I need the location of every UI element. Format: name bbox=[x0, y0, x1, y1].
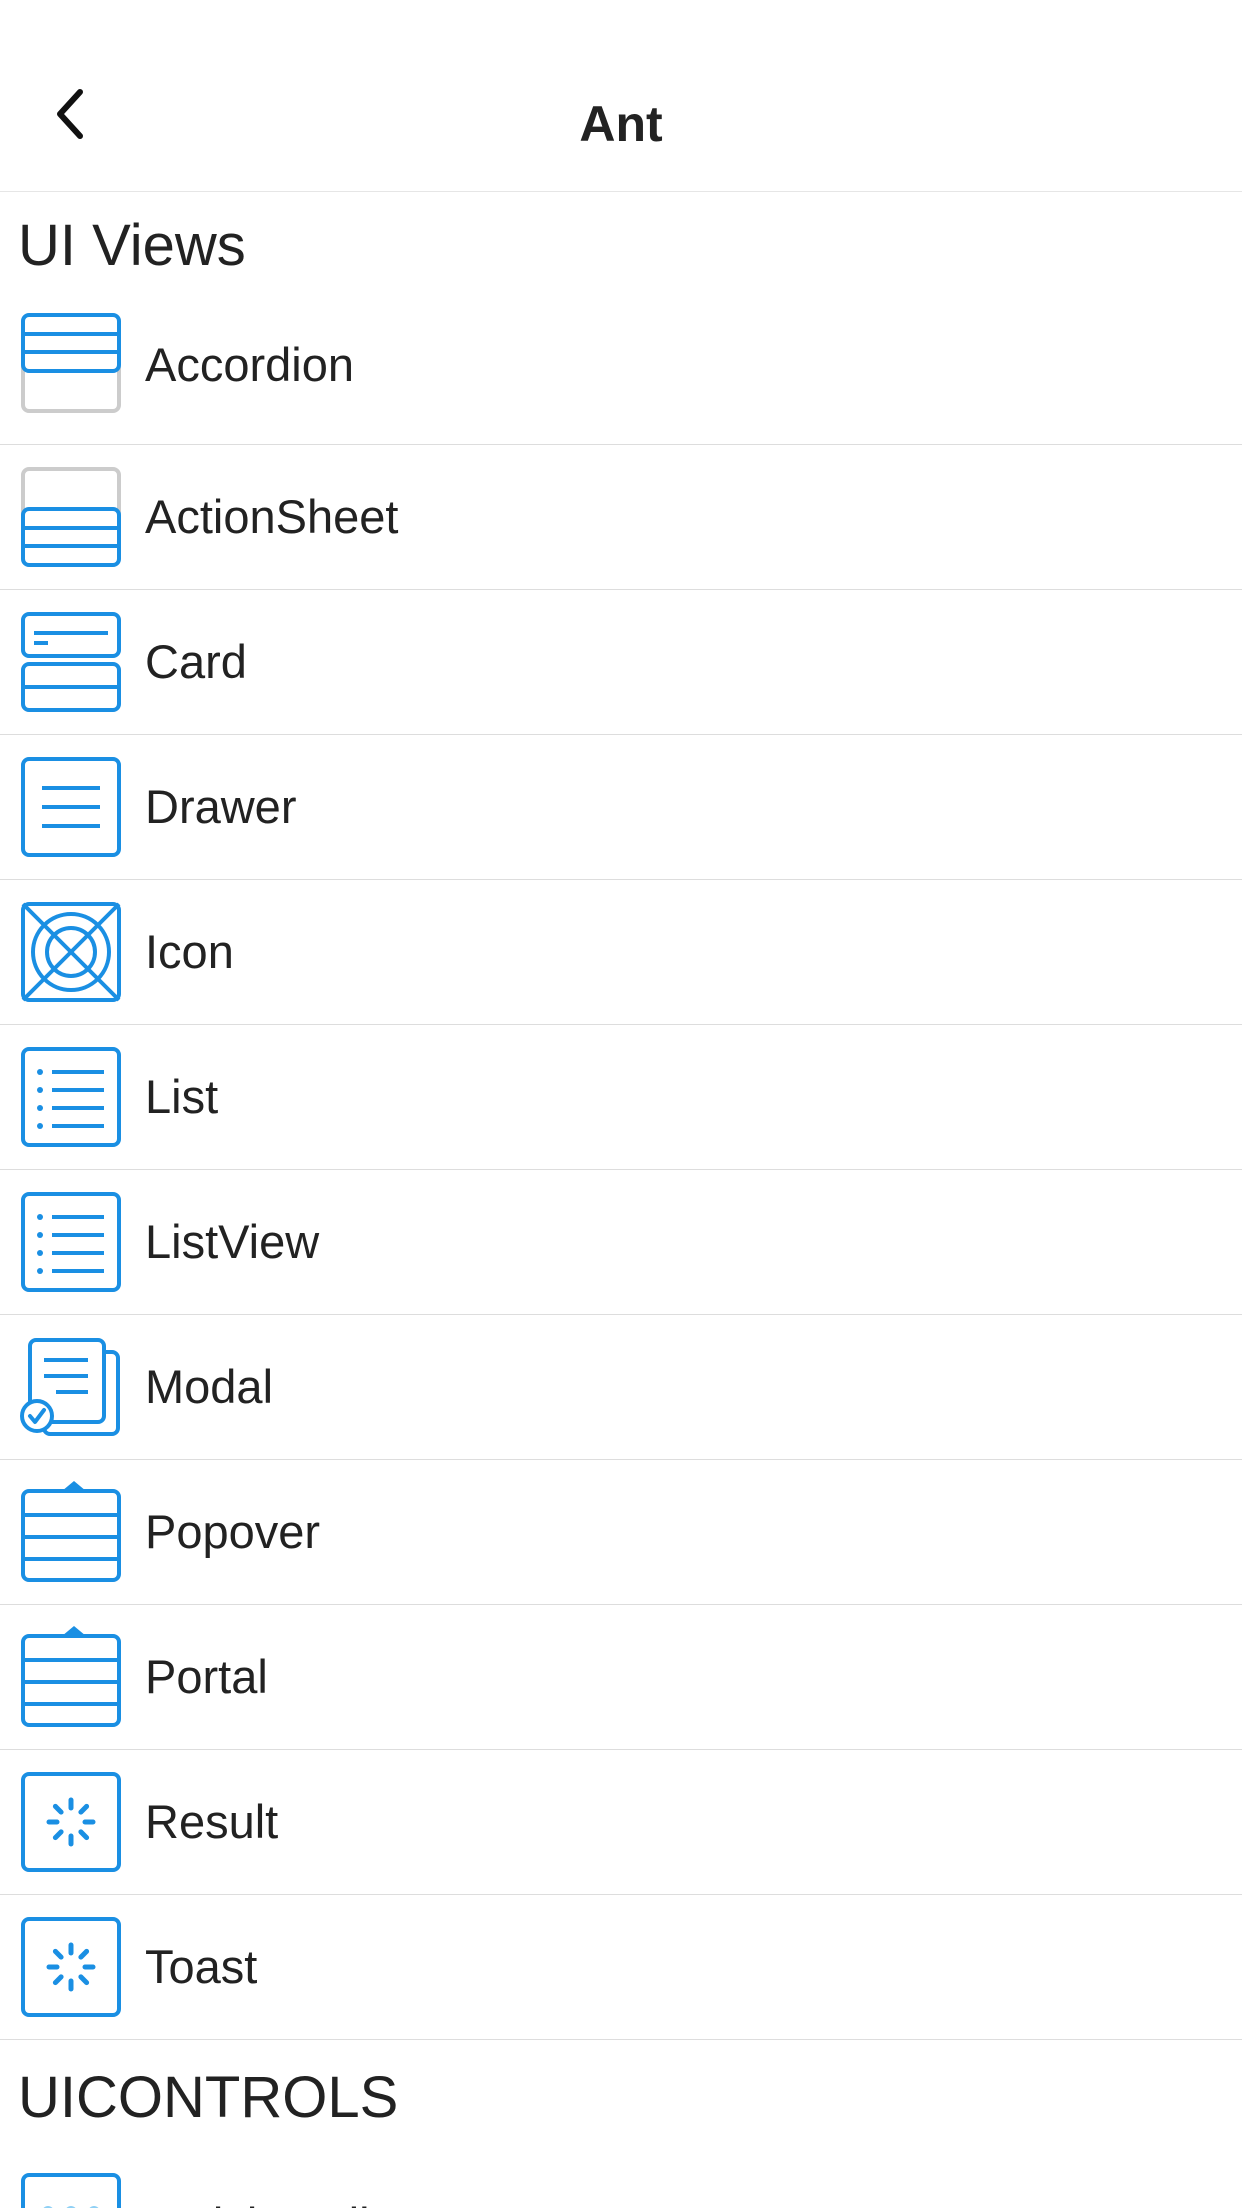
screen: Ant UI Views Accordion ActionSheet Card … bbox=[0, 0, 1242, 2208]
list-item-label: List bbox=[145, 1070, 219, 1123]
list-item-modal[interactable]: Modal bbox=[0, 1315, 1242, 1460]
list-item-drawer[interactable]: Drawer bbox=[0, 735, 1242, 880]
activity-indicator-icon bbox=[21, 2173, 121, 2208]
list-item-result[interactable]: Result bbox=[0, 1750, 1242, 1895]
list-item-label: ListView bbox=[145, 1215, 320, 1268]
component-list[interactable]: UI Views Accordion ActionSheet Card Draw… bbox=[0, 192, 1242, 2208]
page-title: Ant bbox=[579, 96, 663, 152]
list-item-accordion[interactable]: Accordion bbox=[0, 300, 1242, 445]
list-item-label: Modal bbox=[145, 1360, 274, 1413]
list-item-activityindicator[interactable]: ActivityIndicator bbox=[0, 2160, 1242, 2208]
list-item-icon[interactable]: Icon bbox=[0, 880, 1242, 1025]
popover-icon bbox=[21, 1481, 121, 1582]
list-item-label: Toast bbox=[145, 1940, 258, 1993]
section-header-uicontrols: UICONTROLS bbox=[18, 2065, 399, 2130]
list-item-portal[interactable]: Portal bbox=[0, 1605, 1242, 1750]
list-item-listview[interactable]: ListView bbox=[0, 1170, 1242, 1315]
list-item-popover[interactable]: Popover bbox=[0, 1460, 1242, 1605]
list-item-label: ActionSheet bbox=[145, 490, 399, 543]
list-icon bbox=[21, 1047, 121, 1147]
list-item-label: Drawer bbox=[145, 780, 297, 833]
list-item-label: Result bbox=[145, 1795, 279, 1848]
portal-icon bbox=[21, 1626, 121, 1727]
list-item-card[interactable]: Card bbox=[0, 590, 1242, 735]
list-item-label: Portal bbox=[145, 1650, 268, 1703]
list-item-label: Icon bbox=[145, 925, 234, 978]
list-item-actionsheet[interactable]: ActionSheet bbox=[0, 445, 1242, 590]
list-item-label: ActivityIndicator bbox=[145, 2160, 474, 2208]
toast-icon bbox=[21, 1917, 121, 2017]
list-view-icon bbox=[21, 1192, 121, 1292]
drawer-icon bbox=[21, 757, 121, 857]
navigation-bar: Ant bbox=[0, 0, 1242, 192]
accordion-icon bbox=[21, 313, 121, 413]
result-icon bbox=[21, 1772, 121, 1872]
list-item-label: Card bbox=[145, 635, 247, 688]
section-header-ui-views: UI Views bbox=[18, 213, 246, 278]
list-item-list[interactable]: List bbox=[0, 1025, 1242, 1170]
list-item-toast[interactable]: Toast bbox=[0, 1895, 1242, 2040]
list-item-label: Popover bbox=[145, 1505, 321, 1558]
modal-icon bbox=[20, 1338, 120, 1436]
card-icon bbox=[21, 612, 121, 712]
action-sheet-icon bbox=[21, 467, 121, 567]
list-item-label: Accordion bbox=[145, 338, 354, 391]
icon-icon bbox=[21, 902, 121, 1002]
